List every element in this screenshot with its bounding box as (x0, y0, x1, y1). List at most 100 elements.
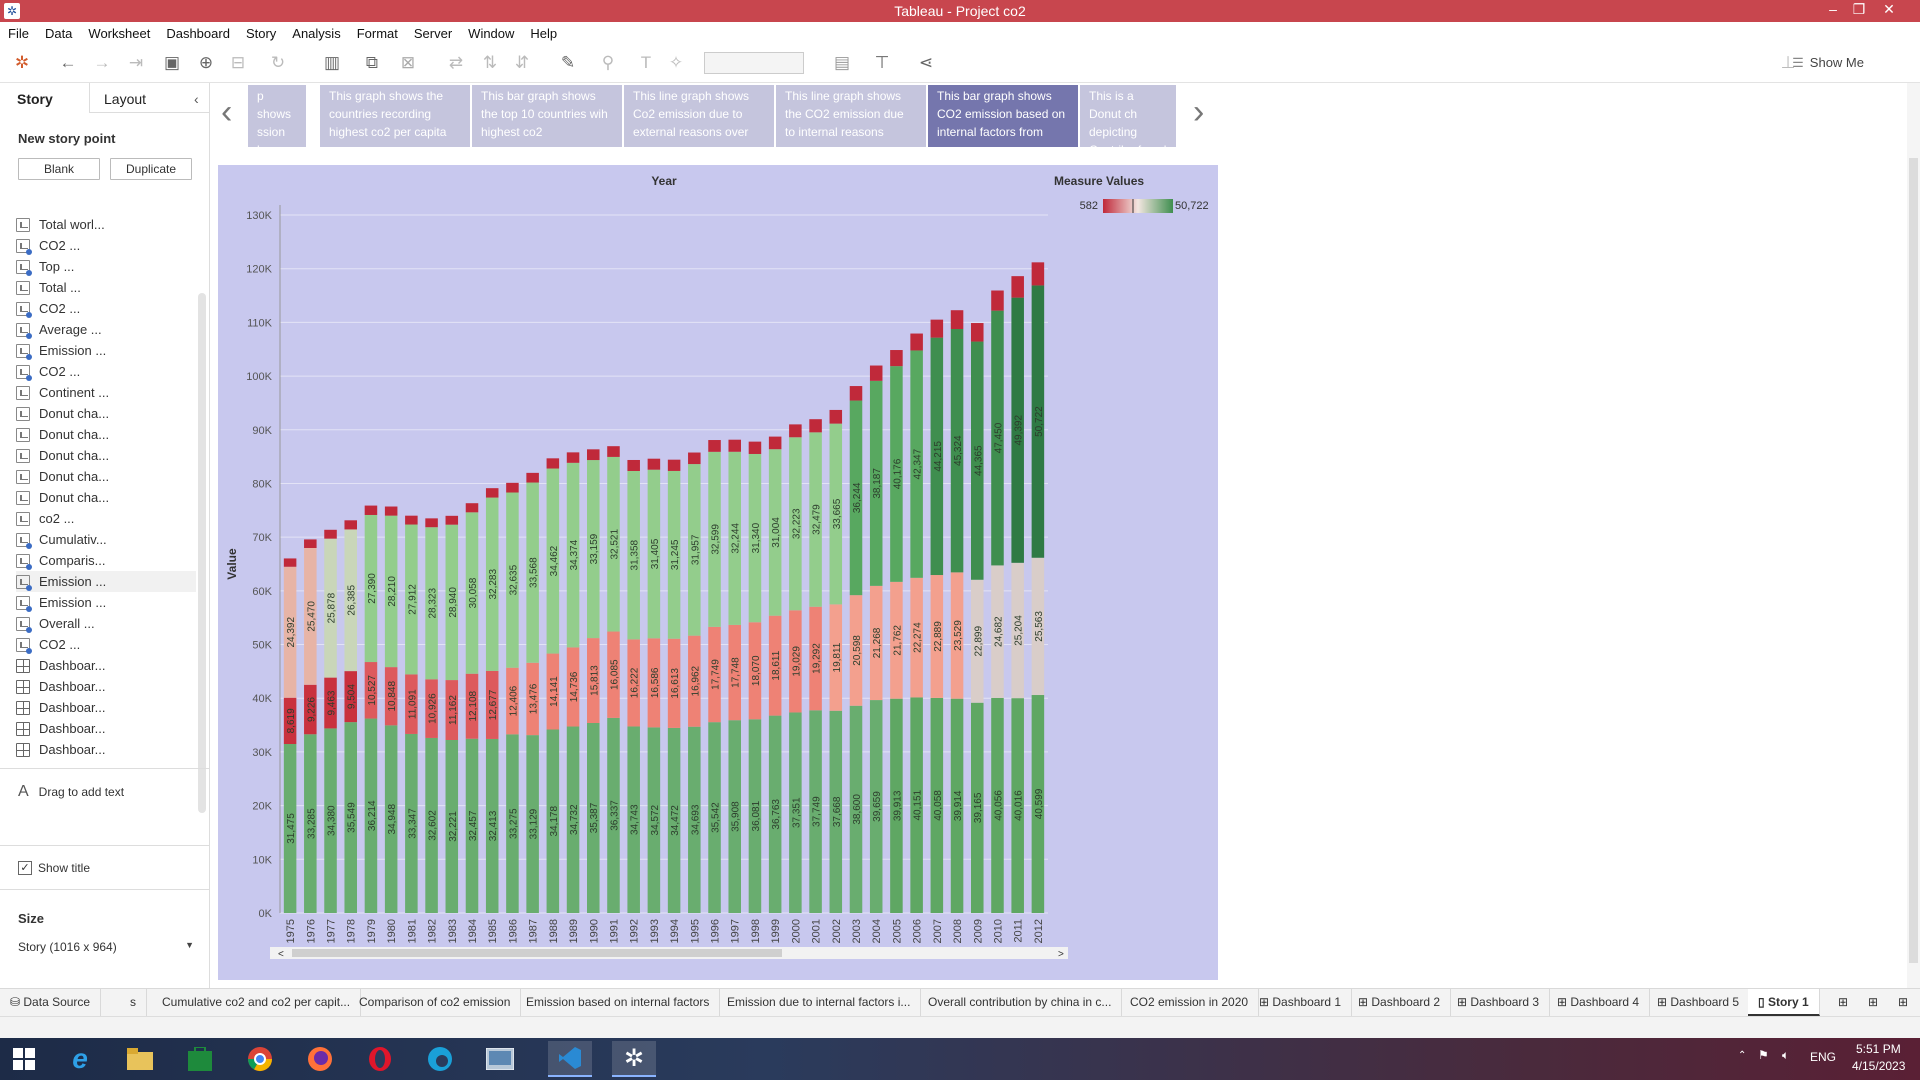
sheet-list-item[interactable]: Dashboar... (16, 676, 196, 697)
sheet-tab[interactable]: ⊞ Dashboard 3 (1447, 989, 1551, 1016)
story-point-6[interactable]: This is a Donut ch depicting Contrib of … (1080, 85, 1176, 147)
size-dropdown[interactable]: Story (1016 x 964) ▼ (18, 940, 194, 954)
story-point-2[interactable]: This bar graph shows the top 10 countrie… (472, 85, 622, 147)
sheet-list-item[interactable]: Overall ... (16, 613, 196, 634)
language-indicator[interactable]: ENG (1810, 1050, 1836, 1064)
tray-chevron-icon[interactable]: ⌃ (1738, 1050, 1746, 1061)
vertical-scrollbar[interactable] (1907, 83, 1920, 988)
sheet-tab[interactable]: ⊞ Dashboard 2 (1348, 989, 1452, 1016)
opera-icon[interactable] (358, 1041, 402, 1077)
sheet-list-item[interactable]: Donut cha... (16, 445, 196, 466)
new-sheet-icon[interactable]: ▥ (320, 53, 344, 73)
save-icon[interactable]: ▣ (160, 53, 184, 73)
sheet-list-item[interactable]: Comparis... (16, 550, 196, 571)
new-worksheet-icon[interactable]: ⊞ (1832, 989, 1854, 1016)
sheet-list-item[interactable]: Top ... (16, 256, 196, 277)
previous-story-point-icon[interactable]: ‹ (221, 93, 232, 132)
sheet-tab[interactable]: Emission due to internal factors i... (717, 989, 922, 1016)
duplicate-sheet-icon[interactable]: ⧉ (360, 53, 384, 73)
sheet-list-item[interactable]: CO2 ... (16, 235, 196, 256)
internet-explorer-icon[interactable]: e (58, 1041, 102, 1077)
refresh-icon[interactable]: ↻ (266, 53, 290, 73)
restore-icon[interactable]: ❐ (1846, 1, 1872, 18)
sheet-tab[interactable]: CO2 emission in 2020 (1120, 989, 1260, 1016)
vscode-icon[interactable] (548, 1041, 592, 1077)
sheet-tab[interactable]: Comparison of co2 emission (349, 989, 522, 1016)
menu-help[interactable]: Help (522, 22, 565, 41)
labels-icon[interactable]: T (634, 53, 658, 73)
sheet-list-item[interactable]: Emission ... (16, 340, 196, 361)
sheet-list-item[interactable]: CO2 ... (16, 298, 196, 319)
story-point-3[interactable]: This line graph shows Co2 emission due t… (624, 85, 774, 147)
presentation-mode-icon[interactable]: ⊤ (870, 53, 894, 73)
horizontal-scrollbar-thumb[interactable] (292, 949, 782, 957)
scroll-left-icon[interactable]: < (278, 949, 284, 960)
drag-text-item[interactable]: A Drag to add text (18, 783, 124, 801)
next-story-point-icon[interactable]: › (1193, 93, 1204, 132)
sheet-list-item[interactable]: Emission ... (16, 571, 196, 592)
volume-icon[interactable]: 🔈︎ (1782, 1048, 1789, 1063)
sheet-list-item[interactable]: Dashboar... (16, 697, 196, 718)
microsoft-store-icon[interactable] (178, 1041, 222, 1077)
menu-story[interactable]: Story (238, 22, 284, 41)
clear-sheet-icon[interactable]: ⊠ (396, 53, 420, 73)
sheet-list-item[interactable]: Donut cha... (16, 424, 196, 445)
story-point-5-selected[interactable]: This bar graph shows CO2 emission based … (928, 85, 1078, 147)
show-title-checkbox[interactable]: ✓ (18, 861, 32, 875)
sort-descending-icon[interactable]: ⇵ (510, 53, 534, 73)
firefox-icon[interactable] (298, 1041, 342, 1077)
duplicate-button[interactable]: Duplicate (110, 158, 192, 180)
network-icon[interactable]: ⚑ (1758, 1048, 1769, 1062)
menu-window[interactable]: Window (460, 22, 522, 41)
new-dashboard-icon[interactable]: ⊞ (1862, 989, 1884, 1016)
sheet-tab[interactable]: ⛁ Data Source (0, 989, 102, 1016)
windows-start-icon[interactable] (2, 1041, 46, 1077)
sheet-list-item[interactable]: CO2 ... (16, 634, 196, 655)
sheet-tab[interactable]: Cumulative co2 and co2 per capit... (152, 989, 362, 1016)
tab-layout[interactable]: Layout (104, 91, 146, 107)
sheet-list-item[interactable]: co2 ... (16, 508, 196, 529)
share-icon[interactable]: ⋖ (914, 53, 938, 73)
sheet-tab[interactable]: ⊞ Dashboard 5 (1647, 989, 1751, 1016)
show-title-option[interactable]: ✓ Show title (18, 861, 90, 875)
swap-icon[interactable]: ⇄ (444, 53, 468, 73)
edge-icon[interactable] (418, 1041, 462, 1077)
sheet-tab[interactable]: ⊞ Dashboard 1 (1249, 989, 1353, 1016)
collapse-panel-icon[interactable]: ‹ (194, 91, 199, 107)
replay-icon[interactable]: ⇥ (124, 53, 148, 73)
sheet-list-item[interactable]: CO2 ... (16, 361, 196, 382)
show-cards-icon[interactable]: ▤ (830, 53, 854, 73)
highlight-icon[interactable]: ✎ (556, 53, 580, 73)
story-point-0[interactable]: p shows ssion by rom 1975 (248, 85, 306, 147)
sheet-list-item[interactable]: Dashboar... (16, 655, 196, 676)
chrome-icon[interactable] (238, 1041, 282, 1077)
menu-dashboard[interactable]: Dashboard (158, 22, 238, 41)
sort-ascending-icon[interactable]: ⇅ (478, 53, 502, 73)
show-me-button[interactable]: ☰ Show Me (1792, 55, 1864, 71)
taskbar-date[interactable]: 4/15/2023 (1852, 1059, 1905, 1073)
undo-icon[interactable]: ← (56, 53, 80, 73)
new-data-source-icon[interactable]: ⊕ (194, 53, 218, 73)
close-icon[interactable]: ✕ (1876, 1, 1902, 18)
story-point-4[interactable]: This line graph shows the CO2 emission d… (776, 85, 926, 147)
sheet-list-item[interactable]: Dashboar... (16, 739, 196, 760)
sheet-list-item[interactable]: Donut cha... (16, 403, 196, 424)
menu-server[interactable]: Server (406, 22, 460, 41)
photos-app-icon[interactable] (478, 1041, 522, 1077)
sheet-list-item[interactable]: Average ... (16, 319, 196, 340)
story-point-1[interactable]: This graph shows the countries recording… (320, 85, 470, 147)
taskbar-clock[interactable]: 5:51 PM (1856, 1042, 1901, 1056)
scroll-right-icon[interactable]: > (1058, 949, 1064, 960)
sheet-list-item[interactable]: Cumulativ... (16, 529, 196, 550)
sheet-list-item[interactable]: Continent ... (16, 382, 196, 403)
sheet-tab[interactable]: Emission based on internal factors (516, 989, 721, 1016)
sheet-list-item[interactable]: Donut cha... (16, 466, 196, 487)
tab-story[interactable]: Story (17, 91, 53, 107)
fix-axes-icon[interactable]: ✧ (664, 53, 688, 73)
sheet-tab[interactable]: ▯ Story 1 (1748, 989, 1820, 1016)
sheet-list-item[interactable]: Donut cha... (16, 487, 196, 508)
blank-button[interactable]: Blank (18, 158, 100, 180)
pause-updates-icon[interactable]: ⊟ (226, 53, 250, 73)
sheet-tab[interactable]: Overall contribution by china in c... (918, 989, 1123, 1016)
sheet-list-item[interactable]: Total ... (16, 277, 196, 298)
